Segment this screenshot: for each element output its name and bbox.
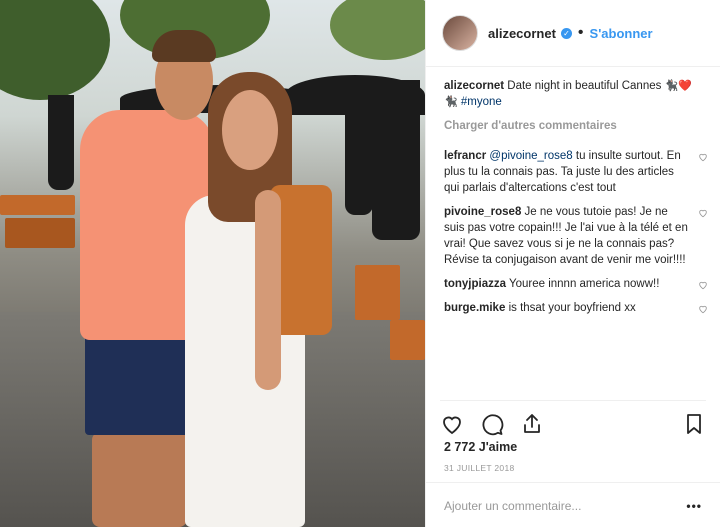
more-options-icon[interactable]: ••• xyxy=(686,499,702,513)
chair xyxy=(5,218,75,248)
hashtag-link[interactable]: #myone xyxy=(461,96,502,108)
comment-item: pivoine_rose8 Je ne vous tutoie pas! Je … xyxy=(444,204,708,268)
verified-badge-icon: ✓ xyxy=(560,27,572,39)
closed-umbrella xyxy=(372,80,420,240)
like-comment-heart-icon[interactable] xyxy=(698,208,708,218)
separator-dot: • xyxy=(577,24,584,41)
comment-username[interactable]: pivoine_rose8 xyxy=(444,206,521,218)
comment-item: lefrancr @pivoine_rose8 tu insulte surto… xyxy=(444,148,708,196)
woman-arm xyxy=(255,190,281,390)
follow-button[interactable]: S'abonner xyxy=(590,26,653,41)
comment-username[interactable]: burge.mike xyxy=(444,302,505,314)
like-comment-heart-icon[interactable] xyxy=(698,280,708,290)
caption-username[interactable]: alizecornet xyxy=(444,80,504,92)
load-more-comments[interactable]: Charger d'autres commentaires xyxy=(444,118,708,134)
avatar[interactable] xyxy=(442,15,478,51)
comment-text: Youree innnn america noww!! xyxy=(508,278,660,290)
man-shorts xyxy=(85,330,200,435)
comments-list: alizecornet Date night in beautiful Cann… xyxy=(444,78,708,324)
comment-item: burge.mike is thsat your boyfriend xx xyxy=(444,300,708,316)
like-heart-icon[interactable] xyxy=(440,412,464,436)
like-comment-heart-icon[interactable] xyxy=(698,152,708,162)
post-photo[interactable] xyxy=(0,0,425,527)
comment-mention[interactable]: @pivoine_rose8 xyxy=(489,150,572,162)
instagram-post: alizecornet ✓ • S'abonner alizecornet Da… xyxy=(0,0,720,527)
chair xyxy=(390,320,425,360)
comment-bubble-icon[interactable] xyxy=(480,412,504,436)
caption-text: Date night in beautiful Cannes xyxy=(507,80,662,92)
post-header: alizecornet ✓ • S'abonner xyxy=(426,0,720,67)
header-username[interactable]: alizecornet xyxy=(488,26,556,41)
comment-text: is thsat your boyfriend xx xyxy=(508,302,636,314)
closed-umbrella xyxy=(48,95,74,190)
man-hair xyxy=(152,30,216,62)
bookmark-icon[interactable] xyxy=(682,412,706,436)
like-comment-heart-icon[interactable] xyxy=(698,304,708,314)
chair xyxy=(0,195,75,215)
add-comment-placeholder[interactable]: Ajouter un commentaire... xyxy=(444,499,581,513)
woman-face xyxy=(222,90,278,170)
closed-umbrella xyxy=(345,95,373,215)
post-date: 31 JUILLET 2018 xyxy=(444,463,515,473)
share-icon[interactable] xyxy=(520,412,544,436)
likes-count[interactable]: 2 772 J'aime xyxy=(444,440,517,454)
chair xyxy=(355,265,400,320)
add-comment-field[interactable]: Ajouter un commentaire... ••• xyxy=(426,482,720,528)
comment-username[interactable]: lefrancr xyxy=(444,150,486,162)
tree-foliage xyxy=(0,0,110,100)
caption: alizecornet Date night in beautiful Cann… xyxy=(444,78,708,110)
action-bar xyxy=(440,400,706,441)
comment-item: tonyjpiazza Youree innnn america noww!! xyxy=(444,276,708,292)
post-sidebar: alizecornet ✓ • S'abonner alizecornet Da… xyxy=(425,0,720,527)
palm-foliage xyxy=(330,0,425,60)
comment-username[interactable]: tonyjpiazza xyxy=(444,278,506,290)
man-legs xyxy=(92,432,187,527)
